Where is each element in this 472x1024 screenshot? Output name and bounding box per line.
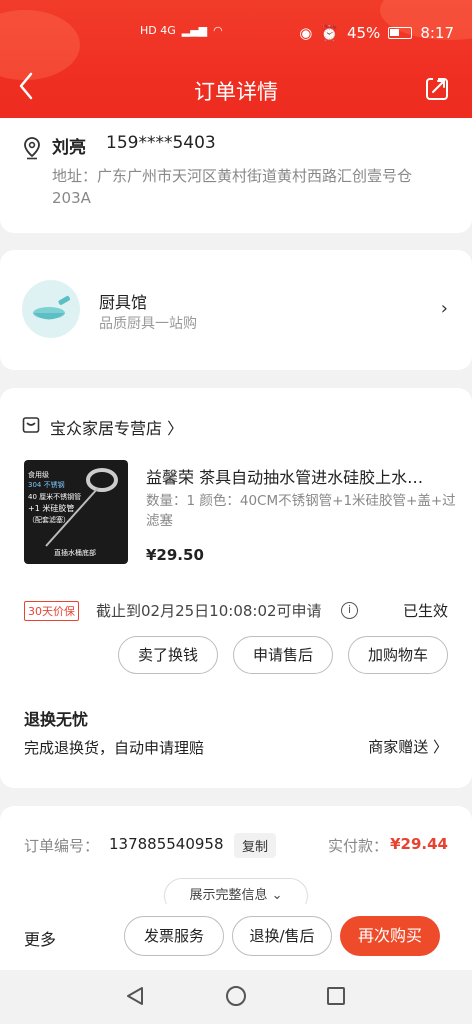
product-title[interactable]: 益馨荣 茶具自动抽水管进水硅胶上水…	[146, 464, 446, 488]
chevron-right-icon: ›	[440, 298, 448, 319]
price-protect-deadline: 截止到02月25日10:08:02可申请	[96, 602, 322, 620]
shop-name-link[interactable]: 宝众家居专营店 〉	[50, 415, 183, 439]
invoice-button[interactable]: 发票服务	[124, 916, 224, 956]
status-right: ◉ ⏰ 45% 8:17	[299, 24, 454, 42]
order-number: 137885540958	[109, 835, 224, 853]
price-protect-tag: 30天价保	[24, 601, 79, 621]
refund-guarantee-desc: 完成退换货，自动申请理赔	[24, 739, 205, 757]
shop-icon	[22, 417, 40, 433]
share-button[interactable]	[424, 76, 450, 102]
paid-label: 实付款：	[328, 837, 389, 855]
page-title: 订单详情	[194, 80, 278, 104]
recipient-phone: 159****5403	[106, 133, 216, 153]
add-to-cart-button[interactable]: 加购物车	[348, 636, 448, 674]
recipient-name: 刘亮	[52, 138, 86, 158]
after-sale-button[interactable]: 申请售后	[233, 636, 333, 674]
bottom-action-bar: 更多 发票服务 退换/售后 再次购买	[0, 904, 472, 970]
nav-home-icon[interactable]	[226, 986, 246, 1006]
order-number-label: 订单编号：	[24, 837, 100, 855]
kitchenware-logo	[22, 280, 80, 338]
info-icon[interactable]: i	[341, 602, 358, 619]
pan-icon	[33, 296, 70, 320]
paid-amount: ¥29.44	[390, 835, 448, 853]
status-bar: HD 4G ▂▄▆ ◠ ◉ ⏰ 45% 8:17	[0, 22, 472, 46]
network-indicator: HD 4G ▂▄▆ ◠	[140, 24, 223, 37]
clock: 8:17	[420, 24, 454, 42]
copy-button[interactable]: 复制	[234, 833, 277, 858]
promo-name: 厨具馆	[99, 293, 148, 312]
nav-back-icon[interactable]	[124, 985, 146, 1007]
promo-subtitle: 品质厨具一站购	[99, 316, 197, 332]
header: HD 4G ▂▄▆ ◠ ◉ ⏰ 45% 8:17 订单详情	[0, 0, 472, 125]
system-nav-bar	[0, 970, 472, 1024]
store-promo-card[interactable]: 厨具馆 品质厨具一站购 ›	[0, 250, 472, 370]
battery-icon	[388, 27, 413, 39]
share-icon	[426, 78, 448, 100]
return-button[interactable]: 退换/售后	[232, 916, 332, 956]
network-label: HD 4G	[140, 24, 176, 37]
tube-icon	[45, 468, 118, 547]
buy-again-button[interactable]: 再次购买	[340, 916, 440, 956]
title-row: 订单详情	[0, 68, 472, 110]
eye-icon: ◉	[299, 24, 313, 42]
shipping-address: 地址：广东广州市天河区黄村街道黄村西路汇创壹号仓203A	[52, 167, 413, 207]
merchant-gift-link[interactable]: 商家赠送 〉	[368, 736, 448, 757]
order-card: 宝众家居专营店 〉 食用级 304 不锈钢 40 厘米不锈钢管 +1 米硅胶管 …	[0, 388, 472, 788]
product-price: ¥29.50	[146, 546, 204, 564]
product-thumbnail[interactable]: 食用级 304 不锈钢 40 厘米不锈钢管 +1 米硅胶管 （配套滤塞） 直插水…	[24, 460, 128, 564]
alarm-icon: ⏰	[320, 24, 339, 42]
location-pin-icon	[24, 137, 40, 160]
price-protect-status: 已生效	[402, 602, 448, 620]
sell-button[interactable]: 卖了换钱	[118, 636, 218, 674]
battery-percent: 45%	[346, 24, 381, 42]
address-card[interactable]: 刘亮 159****5403 地址：广东广州市天河区黄村街道黄村西路汇创壹号仓2…	[0, 118, 472, 233]
nav-recent-icon[interactable]	[327, 987, 345, 1005]
more-button[interactable]: 更多	[24, 926, 56, 950]
product-spec: 数量：1 颜色：40CM不锈钢管+1米硅胶管+盖+过滤塞	[146, 493, 456, 529]
signal-icon: ▂▄▆	[181, 24, 208, 37]
refund-guarantee-title: 退换无忧	[24, 710, 89, 729]
wifi-icon: ◠	[213, 24, 223, 37]
